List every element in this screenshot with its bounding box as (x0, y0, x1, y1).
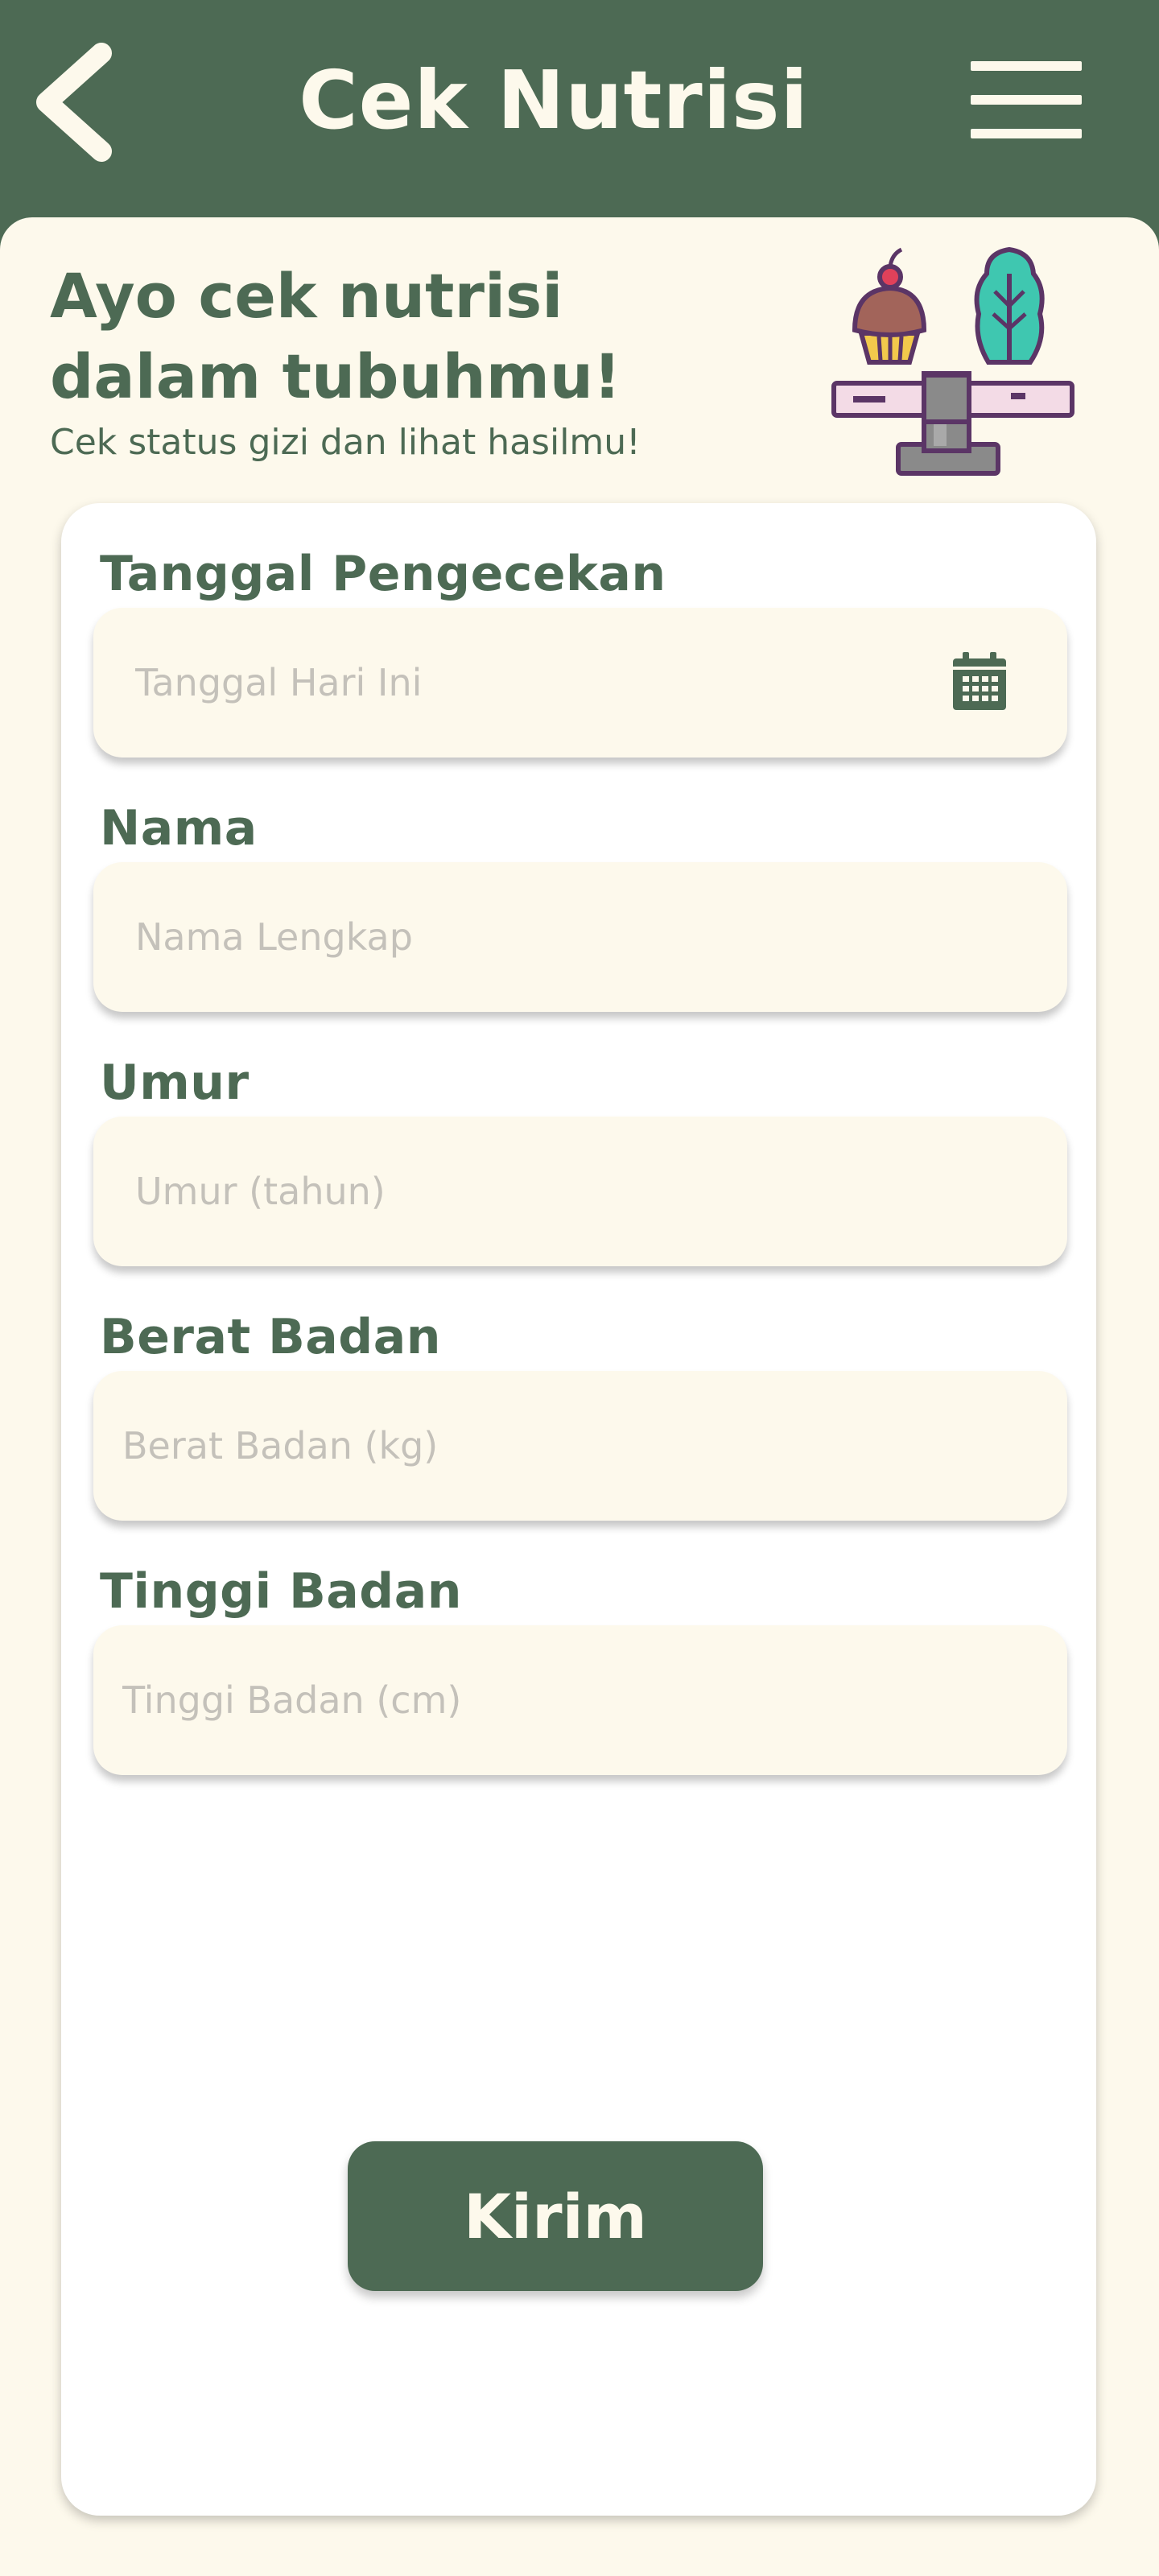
intro-subtitle: Cek status gizi dan lihat hasilmu! (50, 422, 641, 463)
date-label: Tanggal Pengecekan (100, 546, 666, 602)
top-app-bar: Cek Nutrisi (0, 0, 1159, 233)
nutrition-scale-illustration (831, 246, 1074, 476)
app-screen: Cek Nutrisi Ayo cek nutrisi dalam tubuhm… (0, 0, 1159, 2576)
age-field[interactable] (93, 1117, 1067, 1266)
hamburger-line (971, 95, 1082, 105)
menu-button[interactable] (971, 58, 1083, 142)
height-label: Tinggi Badan (100, 1563, 462, 1620)
submit-button[interactable]: Kirim (348, 2141, 763, 2291)
hamburger-line (971, 129, 1082, 138)
nutrition-form-card: Tanggal Pengecekan Nama Umur Berat Badan… (61, 503, 1096, 2516)
calendar-icon[interactable] (950, 652, 1009, 713)
age-label: Umur (100, 1055, 250, 1111)
hamburger-menu-icon (971, 61, 1082, 71)
date-field[interactable] (93, 608, 1067, 758)
height-field[interactable] (93, 1625, 1067, 1775)
weight-label: Berat Badan (100, 1309, 441, 1365)
name-field[interactable] (93, 862, 1067, 1012)
intro-heading: Ayo cek nutrisi dalam tubuhmu! (50, 260, 621, 412)
name-label: Nama (100, 800, 258, 857)
content-sheet: Ayo cek nutrisi dalam tubuhmu! Cek statu… (0, 217, 1159, 2576)
page-title: Cek Nutrisi (299, 53, 809, 147)
weight-field[interactable] (93, 1371, 1067, 1521)
